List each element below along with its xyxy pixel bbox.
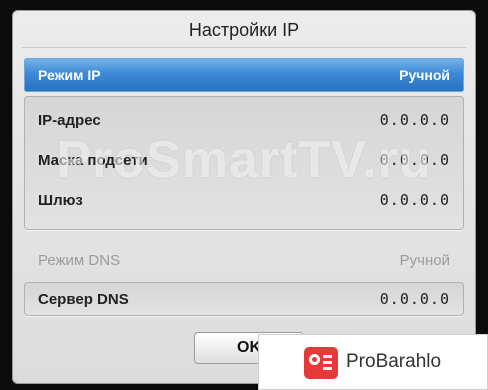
dns-mode-row: Режим DNS Ручной bbox=[24, 245, 464, 275]
dns-server-row[interactable]: Сервер DNS 0.0.0.0 bbox=[24, 284, 464, 314]
ip-address-value: 0.0.0.0 bbox=[379, 111, 450, 129]
dialog-title: Настройки IP bbox=[188, 20, 300, 40]
ip-settings-dialog: Настройки IP Режим IP Ручной IP-адрес 0.… bbox=[12, 10, 476, 384]
badge-label: ProBarahlo bbox=[346, 351, 442, 372]
ip-address-label: IP-адрес bbox=[38, 111, 101, 129]
subnet-mask-value: 0.0.0.0 bbox=[379, 151, 450, 169]
title-divider bbox=[22, 47, 466, 49]
radio-icon bbox=[304, 347, 338, 379]
dns-server-value: 0.0.0.0 bbox=[379, 290, 450, 308]
ip-mode-row[interactable]: Режим IP Ручной bbox=[24, 58, 464, 92]
dns-mode-label: Режим DNS bbox=[38, 251, 121, 269]
gateway-value: 0.0.0.0 bbox=[379, 191, 450, 209]
gateway-row[interactable]: Шлюз 0.0.0.0 bbox=[24, 185, 464, 215]
ip-mode-label: Режим IP bbox=[38, 67, 101, 83]
subnet-mask-label: Маска подсети bbox=[38, 151, 148, 169]
probarahlo-badge[interactable]: ProBarahlo bbox=[258, 334, 488, 390]
dns-server-label: Сервер DNS bbox=[38, 290, 129, 308]
subnet-mask-row[interactable]: Маска подсети 0.0.0.0 bbox=[24, 145, 464, 175]
dns-mode-value: Ручной bbox=[399, 251, 450, 269]
ip-mode-value: Ручной bbox=[399, 67, 450, 83]
ip-address-row[interactable]: IP-адрес 0.0.0.0 bbox=[24, 105, 464, 135]
gateway-label: Шлюз bbox=[38, 191, 83, 209]
